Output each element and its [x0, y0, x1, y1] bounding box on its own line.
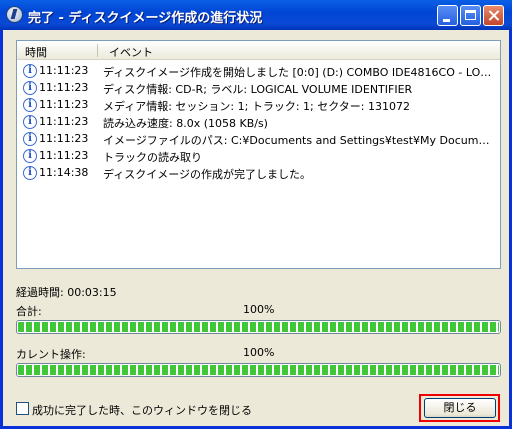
current-progress-fill [17, 364, 500, 376]
log-row[interactable]: i 11:11:23 トラックの読み取り [21, 148, 499, 165]
log-event: 読み込み速度: 8.0x (1058 KB/s) [103, 117, 268, 130]
log-header: 時間 イベント [17, 41, 500, 60]
current-operation-label: カレント操作: [16, 348, 86, 361]
current-percent: 100% [243, 346, 275, 359]
info-icon: i [23, 81, 37, 95]
log-time: 11:14:38 [39, 166, 89, 179]
log-row[interactable]: i 11:11:23 イメージファイルのパス: C:¥Documents and… [21, 131, 499, 148]
log-row[interactable]: i 11:11:23 ディスク情報: CD-R; ラベル: LOGICAL VO… [21, 80, 499, 97]
log-row[interactable]: i 11:14:38 ディスクイメージの作成が完了しました。 [21, 165, 499, 182]
total-progress-bar [16, 320, 501, 334]
window-title: 完了 - ディスクイメージ作成の進行状況 [28, 11, 263, 26]
column-divider[interactable] [97, 44, 98, 57]
log-time: 11:11:23 [39, 81, 89, 94]
maximize-button[interactable] [460, 5, 481, 26]
log-event: トラックの読み取り [103, 151, 202, 164]
auto-close-label[interactable]: 成功に完了した時、このウィンドウを閉じる [32, 402, 252, 418]
auto-close-checkbox[interactable] [16, 402, 29, 415]
title-bar[interactable]: 完了 - ディスクイメージ作成の進行状況 [0, 0, 512, 30]
column-header-time[interactable]: 時間 [25, 44, 47, 60]
minimize-button[interactable] [437, 5, 458, 26]
log-row[interactable]: i 11:11:23 ディスクイメージ作成を開始しました [0:0] (D:) … [21, 63, 499, 80]
total-label: 合計: [16, 305, 42, 318]
close-button[interactable]: 閉じる [424, 398, 496, 418]
info-icon: i [23, 64, 37, 78]
info-icon: i [23, 149, 37, 163]
log-time: 11:11:23 [39, 64, 89, 77]
info-icon: i [23, 132, 37, 146]
info-icon: i [23, 98, 37, 112]
log-event: メディア情報: セッション: 1; トラック: 1; セクター: 131072 [103, 100, 410, 113]
elapsed-time: 経過時間: 00:03:15 [16, 286, 117, 299]
close-window-button[interactable] [483, 5, 504, 26]
event-log-list[interactable]: 時間 イベント i 11:11:23 ディスクイメージ作成を開始しました [0:… [16, 40, 501, 269]
total-percent: 100% [243, 303, 275, 316]
log-time: 11:11:23 [39, 115, 89, 128]
app-icon [6, 6, 23, 23]
log-time: 11:11:23 [39, 132, 89, 145]
info-icon: i [23, 166, 37, 180]
log-event: ディスク情報: CD-R; ラベル: LOGICAL VOLUME IDENTI… [103, 83, 413, 96]
progress-dialog: 完了 - ディスクイメージ作成の進行状況 時間 イベント i 11:11:23 … [0, 0, 512, 429]
info-icon: i [23, 115, 37, 129]
log-row[interactable]: i 11:11:23 メディア情報: セッション: 1; トラック: 1; セク… [21, 97, 499, 114]
log-event: ディスクイメージ作成を開始しました [0:0] (D:) COMBO IDE48… [103, 66, 495, 79]
log-event: イメージファイルのパス: C:¥Documents and Settings¥t… [103, 134, 495, 147]
log-time: 11:11:23 [39, 98, 89, 111]
total-progress-fill [17, 321, 500, 333]
column-header-event[interactable]: イベント [109, 44, 153, 60]
log-time: 11:11:23 [39, 149, 89, 162]
log-event: ディスクイメージの作成が完了しました。 [103, 168, 312, 181]
log-row[interactable]: i 11:11:23 読み込み速度: 8.0x (1058 KB/s) [21, 114, 499, 131]
current-progress-bar [16, 363, 501, 377]
